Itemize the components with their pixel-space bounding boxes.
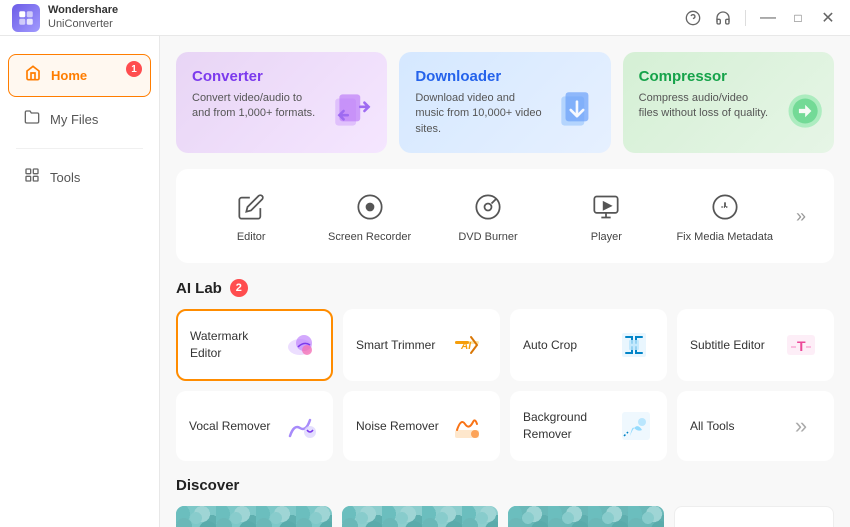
fix-media-metadata-tool[interactable]: Fix Media Metadata [666,181,784,251]
close-icon[interactable]: ✕ [818,8,838,28]
compressor-title: Compressor [639,68,818,85]
screen-recorder-icon [352,189,388,225]
home-badge: 1 [126,61,142,77]
downloader-desc: Download video and music from 10,000+ vi… [415,91,545,137]
sidebar-item-my-files[interactable]: My Files [8,99,151,140]
discover-image-2[interactable] [342,506,498,527]
player-label: Player [591,231,622,243]
all-tools-card[interactable]: All Tools » [677,391,834,461]
titlebar: Wondershare UniConverter — □ ✕ [0,0,850,36]
main-content: Converter Convert video/audio to and fro… [160,36,850,527]
subtitle-editor-label: Subtitle Editor [690,337,765,354]
subtitle-editor-card[interactable]: Subtitle Editor T [677,309,834,381]
dvd-burner-icon [470,189,506,225]
ai-lab-badge: 2 [230,279,248,297]
discover-learn-more-button[interactable]: Learn More » [674,506,834,527]
converter-card[interactable]: Converter Convert video/audio to and fro… [176,52,387,153]
fix-media-metadata-label: Fix Media Metadata [676,231,773,243]
smart-trimmer-label: Smart Trimmer [356,337,435,354]
vocal-remover-label: Vocal Remover [189,418,270,435]
player-tool[interactable]: Player [547,181,665,251]
home-label: Home [51,68,87,83]
converter-desc: Convert video/audio to and from 1,000+ f… [192,91,322,122]
titlebar-controls: — □ ✕ [683,8,838,28]
app-name: Wondershare UniConverter [48,4,118,30]
dvd-burner-label: DVD Burner [458,231,517,243]
headset-icon[interactable] [713,8,733,28]
support-icon[interactable] [683,8,703,28]
ai-lab-grid: Watermark Editor Smart Trimmer [176,309,834,461]
tools-row: Editor Screen Recorder [176,169,834,263]
tools-icon [24,167,40,188]
noise-remover-icon [447,406,487,446]
ai-lab-header: AI Lab 2 [176,279,834,297]
editor-tool[interactable]: Editor [192,181,310,251]
discover-image-1[interactable] [176,506,332,527]
editor-icon [233,189,269,225]
discover-header: Discover [176,477,834,494]
discover-image-3[interactable] [508,506,664,527]
editor-label: Editor [237,231,266,243]
background-remover-icon [618,406,654,446]
all-tools-icon: » [781,406,821,446]
discover-section: Discover Learn More » [176,477,834,527]
converter-icon [329,86,379,145]
converter-title: Converter [192,68,371,85]
discover-title: Discover [176,477,239,494]
discover-images: Learn More » [176,506,834,527]
feature-cards: Converter Convert video/audio to and fro… [176,52,834,153]
sidebar-item-tools[interactable]: Tools [8,157,151,198]
background-remover-label: Background Remover [523,409,618,443]
background-remover-card[interactable]: Background Remover [510,391,667,461]
screen-recorder-tool[interactable]: Screen Recorder [310,181,428,251]
dvd-burner-tool[interactable]: DVD Burner [429,181,547,251]
subtitle-editor-icon: T [781,325,821,365]
tools-label: Tools [50,170,80,185]
downloader-icon [553,86,603,145]
my-files-icon [24,109,40,130]
downloader-card[interactable]: Downloader Download video and music from… [399,52,610,153]
svg-text:AI: AI [460,341,471,352]
all-tools-label: All Tools [690,418,734,435]
sidebar-divider [16,148,143,149]
smart-trimmer-card[interactable]: Smart Trimmer AI [343,309,500,381]
sidebar: Home 1 My Files Tools [0,36,160,527]
svg-text:T: T [797,338,806,354]
auto-crop-icon [614,325,654,365]
maximize-icon[interactable]: □ [788,8,808,28]
titlebar-left: Wondershare UniConverter [12,4,118,32]
watermark-editor-icon [280,325,319,365]
tools-more-button[interactable]: » [784,198,818,235]
screen-recorder-label: Screen Recorder [328,231,411,243]
fix-media-metadata-icon [707,189,743,225]
auto-crop-card[interactable]: Auto Crop [510,309,667,381]
sidebar-item-home[interactable]: Home 1 [8,54,151,97]
home-icon [25,65,41,86]
vocal-remover-card[interactable]: Vocal Remover [176,391,333,461]
smart-trimmer-icon: AI [447,325,487,365]
main-layout: Home 1 My Files Tools [0,36,850,527]
noise-remover-label: Noise Remover [356,418,439,435]
minimize-icon[interactable]: — [758,8,778,28]
watermark-editor-label: Watermark Editor [190,328,280,362]
auto-crop-label: Auto Crop [523,337,577,354]
compressor-desc: Compress audio/video files without loss … [639,91,769,122]
ai-lab-title: AI Lab [176,280,222,297]
player-icon [588,189,624,225]
downloader-title: Downloader [415,68,594,85]
compressor-icon [776,86,826,145]
compressor-card[interactable]: Compressor Compress audio/video files wi… [623,52,834,153]
my-files-label: My Files [50,112,98,127]
app-logo [12,4,40,32]
noise-remover-card[interactable]: Noise Remover [343,391,500,461]
watermark-editor-card[interactable]: Watermark Editor [176,309,333,381]
tools-more-icon: » [796,206,806,227]
vocal-remover-icon [280,406,320,446]
